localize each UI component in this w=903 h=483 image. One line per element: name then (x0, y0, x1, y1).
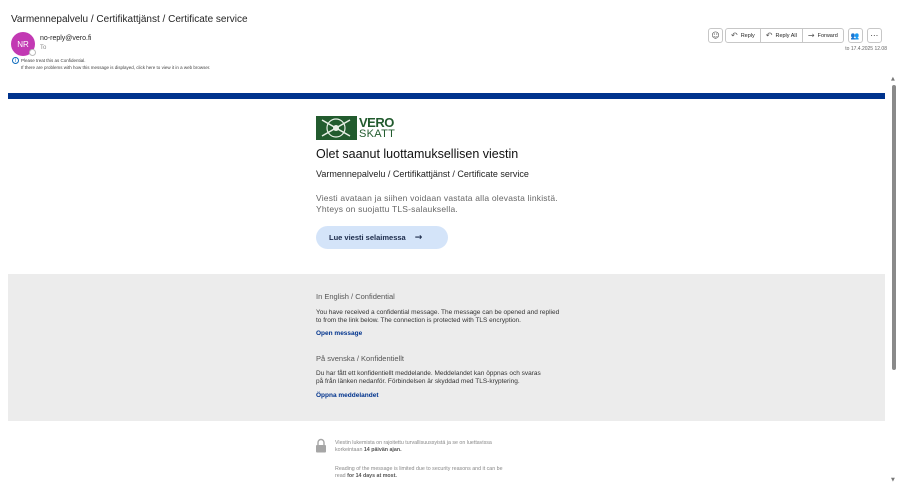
message-headline: Olet saanut luottamuksellisen viestin (316, 147, 519, 161)
reply-all-label: Reply All (775, 32, 797, 39)
reply-all-icon: ↶ (765, 30, 773, 40)
emoji-icon: ☺ (711, 31, 720, 40)
reply-button-group: ↶ Reply ↶ Reply All → Forward (725, 28, 844, 43)
scrollbar-thumb[interactable] (892, 85, 896, 370)
read-in-browser-label: Lue viesti selaimessa (329, 233, 406, 242)
message-description-line2: Yhteys on suojattu TLS-salauksella. (316, 204, 458, 214)
translations-section (8, 274, 885, 421)
footer-english-line1: Reading of the message is limited due to… (335, 466, 503, 472)
arrow-right-icon: → (414, 232, 423, 243)
message-datetime: to 17.4.2025 12.08 (845, 46, 887, 52)
reply-all-button[interactable]: ↶ Reply All (759, 29, 802, 42)
reply-button[interactable]: ↶ Reply (726, 29, 760, 42)
emoji-react-button[interactable]: ☺ (708, 28, 723, 43)
scroll-down-icon[interactable]: ▼ (891, 477, 895, 483)
message-description-line1: Viesti avataan ja siihen voidaan vastata… (316, 193, 558, 203)
info-icon: i (12, 57, 19, 64)
scroll-up-icon[interactable]: ▲ (891, 76, 895, 82)
footer-finnish-duration: 14 päivän ajan. (363, 447, 402, 453)
footer-finnish-line1: Viestin lukemista on rajoitettu turvalli… (335, 440, 492, 446)
footer-english-line2: read for 14 days at most. (335, 473, 397, 479)
vertical-scrollbar[interactable]: ▲ ▼ (890, 76, 897, 483)
presence-indicator (29, 49, 36, 56)
vero-logo: VERO SKATT (316, 116, 395, 140)
view-in-browser-link[interactable]: If there are problems with how this mess… (21, 65, 210, 70)
swedish-body-line1: Du har fått ett konfidentiellt meddeland… (316, 370, 541, 377)
service-name: Varmennepalvelu / Certifikattjänst / Cer… (316, 169, 529, 179)
lock-icon (315, 438, 327, 458)
teams-icon: 👥 (850, 31, 860, 40)
english-body-line1: You have received a confidential message… (316, 309, 560, 316)
open-message-link-swedish[interactable]: Öppna meddelandet (316, 392, 378, 399)
teams-button[interactable]: 👥 (847, 28, 863, 43)
swedish-body-line2: på från länken nedanför. Förbindelsen är… (316, 378, 520, 385)
footer-finnish-line2: korkeintaan 14 päivän ajan. (335, 447, 402, 453)
email-subject: Varmennepalvelu / Certifikattjänst / Cer… (11, 14, 248, 25)
sender-address[interactable]: no-reply@vero.fi (40, 35, 91, 42)
forward-icon: → (807, 30, 815, 40)
english-body-line2: to from the link below. The connection i… (316, 317, 521, 324)
open-message-link[interactable]: Open message (316, 330, 362, 337)
swedish-heading: På svenska / Konfidentiellt (316, 354, 404, 363)
recipient-to-label[interactable]: To (40, 45, 46, 51)
more-icon: ⋯ (870, 31, 879, 40)
forward-button[interactable]: → Forward (801, 29, 843, 42)
reply-label: Reply (740, 32, 755, 39)
more-actions-button[interactable]: ⋯ (866, 28, 882, 43)
footer-finnish-line2-text: korkeintaan (335, 447, 364, 453)
forward-label: Forward (817, 32, 838, 39)
vero-emblem-icon (316, 116, 357, 140)
footer-english-duration: for 14 days at most. (347, 473, 397, 479)
message-toolbar: ☺ ↶ Reply ↶ Reply All → Forward 👥 ⋯ (708, 28, 882, 43)
reply-icon: ↶ (731, 30, 738, 40)
english-heading: In English / Confidential (316, 292, 395, 301)
logo-text-skatt: SKATT (359, 128, 396, 140)
footer-english-line2-text: read (335, 473, 348, 479)
confidential-notice: Please treat this as Confidential. (21, 58, 86, 63)
header-banner (8, 93, 885, 99)
read-in-browser-button[interactable]: Lue viesti selaimessa → (316, 226, 448, 249)
